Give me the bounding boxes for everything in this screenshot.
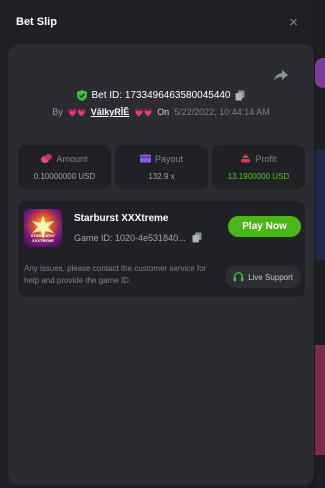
stat-amount: Amount 0.10000000 USD — [18, 145, 111, 189]
background-tile — [315, 58, 325, 88]
background-tile — [315, 345, 325, 455]
profit-label-text: Profit — [255, 153, 277, 164]
modal-header: Bet Slip × — [0, 0, 314, 44]
game-card: STARBURST XXXTREME Starburst XXXtreme Ga… — [18, 201, 305, 297]
bet-slip-body: Bet ID: 1733496463580045440 By 💗💗 VālkyR… — [8, 44, 314, 485]
stat-payout: Payout 132.9 x — [115, 145, 208, 189]
stat-profit-label: Profit — [240, 153, 277, 164]
bet-slip-modal: Bet Slip × Bet ID: 1733496463580045440 B… — [0, 0, 314, 488]
coins-icon — [41, 154, 53, 163]
on-label: On — [157, 107, 170, 117]
support-notice: Any issues, please contact the customer … — [24, 264, 207, 285]
game-thumbnail[interactable]: STARBURST XXXTREME — [24, 209, 62, 247]
bettor-row: By 💗💗 VālkyRĪĒ 💗💗 On 5/22/2022, 10:44:14… — [8, 107, 314, 117]
by-label: By — [52, 107, 63, 117]
live-support-button[interactable]: Live Support — [225, 266, 301, 288]
stat-payout-label: Payout — [139, 153, 184, 164]
headset-icon — [233, 272, 244, 282]
game-id-row: Game ID: 1020-4e531840... — [74, 232, 202, 243]
modal-title: Bet Slip — [16, 16, 57, 28]
payout-value: 132.9 x — [148, 171, 175, 181]
amount-label-text: Amount — [56, 153, 88, 164]
play-now-button[interactable]: Play Now — [228, 216, 301, 237]
bet-stats: Amount 0.10000000 USD Payout 132.9 x Pro… — [18, 145, 305, 189]
payout-label-text: Payout — [154, 153, 184, 164]
bet-id-row: Bet ID: 1733496463580045440 — [8, 90, 314, 101]
share-icon[interactable] — [274, 70, 288, 82]
close-icon[interactable]: × — [289, 15, 298, 30]
stat-profit: Profit 13.1900000 USD — [212, 145, 305, 189]
bet-id: Bet ID: 1733496463580045440 — [91, 90, 231, 101]
wallet-icon — [139, 154, 151, 163]
game-name: Starburst XXXtreme — [74, 213, 169, 224]
heart-icon: 💗💗 — [67, 107, 87, 117]
profit-value: 13.1900000 USD — [227, 171, 290, 181]
username-link[interactable]: VālkyRĪĒ — [91, 107, 130, 117]
game-id: Game ID: 1020-4e531840... — [74, 232, 186, 243]
shield-check-icon — [77, 90, 88, 101]
stat-amount-label: Amount — [41, 153, 88, 164]
profit-icon — [241, 154, 251, 163]
game-thumbnail-text: STARBURST XXXTREME — [30, 233, 56, 243]
copy-icon[interactable] — [235, 90, 245, 101]
copy-icon[interactable] — [192, 232, 202, 243]
amount-value: 0.10000000 USD — [33, 171, 96, 181]
heart-icon: 💗💗 — [134, 107, 153, 117]
bet-datetime: 5/22/2022, 10:44:14 AM — [174, 107, 270, 117]
background-tile — [315, 150, 325, 260]
live-support-label: Live Support — [248, 272, 293, 282]
